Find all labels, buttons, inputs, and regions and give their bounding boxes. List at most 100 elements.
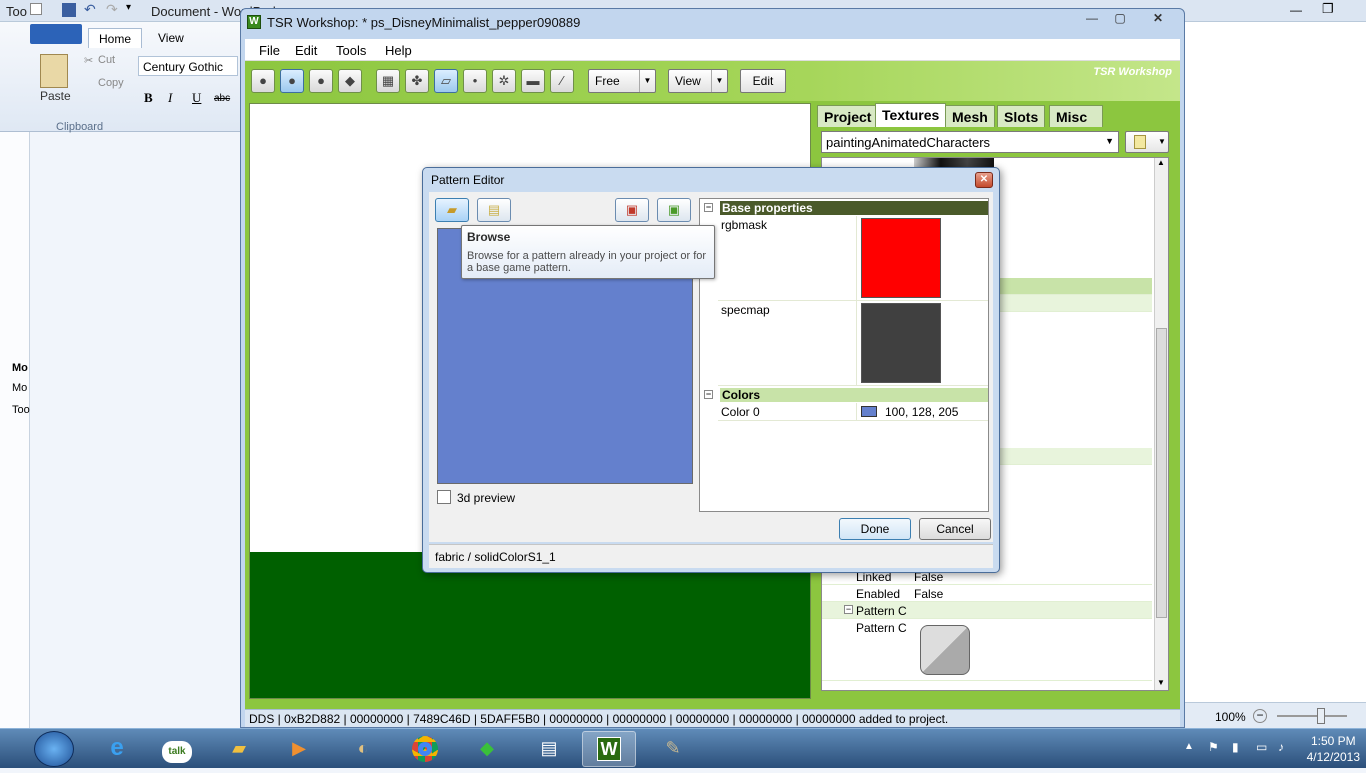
diamond-icon[interactable]: ◆ bbox=[338, 69, 362, 93]
tab-misc[interactable]: Misc bbox=[1049, 105, 1103, 127]
battery-icon[interactable]: ▭ bbox=[1256, 740, 1267, 754]
collapse-icon[interactable]: − bbox=[844, 605, 853, 614]
menu-help[interactable]: Help bbox=[385, 43, 412, 58]
minimize-icon[interactable]: — bbox=[1290, 3, 1302, 17]
material-select[interactable]: paintingAnimatedCharacters ▼ bbox=[821, 131, 1119, 153]
google-talk-icon[interactable]: talk bbox=[150, 731, 204, 767]
save-icon[interactable] bbox=[62, 3, 76, 17]
specmap-swatch[interactable] bbox=[861, 303, 941, 383]
sphere-shaded-icon[interactable]: ● bbox=[280, 69, 304, 93]
minimize-icon[interactable]: — bbox=[1079, 11, 1105, 29]
collapse-icon[interactable]: − bbox=[704, 203, 713, 212]
redo-icon[interactable]: ↷ bbox=[106, 1, 118, 18]
zoom-out-button[interactable]: − bbox=[1253, 709, 1267, 723]
color0-value[interactable]: 100, 128, 205 bbox=[885, 405, 958, 419]
row-specmap[interactable]: specmap bbox=[718, 301, 988, 386]
clock[interactable]: 1:50 PM 4/12/2013 bbox=[1307, 733, 1360, 765]
zoom-slider-thumb[interactable] bbox=[1317, 708, 1325, 724]
category-colors[interactable]: − Colors bbox=[700, 387, 988, 403]
tray-expand-icon[interactable]: ▲ bbox=[1184, 741, 1194, 752]
wordpad-taskbar-icon[interactable]: ▤ bbox=[522, 731, 576, 767]
internet-explorer-icon[interactable]: e bbox=[90, 731, 144, 767]
tooltip-title: Browse bbox=[467, 230, 511, 244]
close-icon[interactable]: ✕ bbox=[975, 172, 993, 188]
tab-mesh[interactable]: Mesh bbox=[945, 105, 995, 127]
tab-slots[interactable]: Slots bbox=[997, 105, 1046, 127]
rgbmask-swatch[interactable] bbox=[861, 218, 941, 298]
explorer-icon[interactable]: ▰ bbox=[212, 731, 266, 767]
underline-button[interactable]: U bbox=[192, 90, 201, 106]
view-dropdown[interactable]: View ▼ bbox=[668, 69, 728, 93]
tab-textures[interactable]: Textures bbox=[875, 103, 947, 127]
wordpad-document-area[interactable] bbox=[1185, 22, 1366, 728]
edit-button[interactable]: Edit bbox=[740, 69, 786, 93]
system-tray: ▲ ⚑ ▮ ▭ ♪ 1:50 PM 4/12/2013 bbox=[1180, 729, 1366, 769]
sphere-gloss-icon[interactable]: ● bbox=[309, 69, 333, 93]
grid-row-pattern[interactable]: Pattern C bbox=[822, 619, 1152, 681]
scrollbar-thumb[interactable] bbox=[1156, 328, 1167, 618]
paint-icon[interactable]: ◐ bbox=[336, 731, 390, 767]
cut-button[interactable]: Cut bbox=[98, 54, 115, 66]
category-base-properties[interactable]: − Base properties bbox=[700, 200, 988, 216]
maximize-icon[interactable]: ▢ bbox=[1107, 11, 1133, 29]
category-label: Base properties bbox=[720, 201, 988, 215]
flag-icon[interactable]: ⚑ bbox=[1208, 740, 1219, 754]
grid-row-pattern-category[interactable]: − Pattern C bbox=[822, 602, 1152, 619]
undo-icon[interactable]: ↶ bbox=[84, 1, 96, 18]
cancel-button[interactable]: Cancel bbox=[919, 518, 991, 540]
menu-file[interactable]: File bbox=[259, 43, 280, 58]
network-icon[interactable]: ▮ bbox=[1232, 740, 1239, 754]
skeleton-icon[interactable]: ✤ bbox=[405, 69, 429, 93]
bold-button[interactable]: B bbox=[144, 90, 153, 106]
brush-icon[interactable]: ∕ bbox=[550, 69, 574, 93]
tab-view[interactable]: View bbox=[148, 28, 194, 48]
copy-button[interactable]: Copy bbox=[98, 77, 124, 89]
browse-button[interactable]: ▰ bbox=[435, 198, 469, 222]
gimp-icon[interactable]: ✎ bbox=[646, 731, 700, 767]
camera-mode-dropdown[interactable]: Free ▼ bbox=[588, 69, 656, 93]
bones-icon[interactable]: ✲ bbox=[492, 69, 516, 93]
tsr-workshop-taskbar-icon[interactable]: W bbox=[582, 731, 636, 767]
chrome-icon[interactable] bbox=[398, 731, 452, 767]
tab-project[interactable]: Project bbox=[817, 105, 879, 127]
color0-swatch[interactable] bbox=[861, 406, 877, 417]
restore-icon[interactable]: ❐ bbox=[1322, 1, 1334, 17]
italic-button[interactable]: I bbox=[168, 90, 172, 106]
application-menu-button[interactable] bbox=[30, 24, 82, 44]
row-rgbmask[interactable]: rgbmask bbox=[718, 216, 988, 301]
zoom-slider-track[interactable] bbox=[1277, 715, 1347, 717]
sims-icon[interactable]: ◆ bbox=[460, 731, 514, 767]
3d-preview-checkbox[interactable] bbox=[437, 490, 451, 504]
clock-time: 1:50 PM bbox=[1310, 734, 1356, 748]
sphere-flat-icon[interactable]: ● bbox=[251, 69, 275, 93]
paste-icon[interactable] bbox=[40, 54, 68, 88]
grid-icon[interactable]: ▦ bbox=[376, 69, 400, 93]
volume-icon[interactable]: ♪ bbox=[1278, 740, 1284, 754]
strikethrough-button[interactable]: abc bbox=[214, 93, 230, 104]
quick-access-chevron-icon[interactable]: ▾ bbox=[126, 2, 131, 13]
media-player-icon[interactable]: ▶ bbox=[272, 731, 326, 767]
new-pattern-button[interactable]: ▤ bbox=[477, 198, 511, 222]
done-button[interactable]: Done bbox=[839, 518, 911, 540]
material-options-button[interactable]: ▼ bbox=[1125, 131, 1169, 153]
menu-edit[interactable]: Edit bbox=[295, 43, 317, 58]
paste-button[interactable]: Paste bbox=[40, 89, 71, 103]
close-icon[interactable]: ✕ bbox=[1145, 11, 1171, 29]
menu-tools[interactable]: Tools bbox=[336, 43, 366, 58]
collapse-icon[interactable]: − bbox=[704, 390, 713, 399]
shoe-icon[interactable]: ▬ bbox=[521, 69, 545, 93]
grid-row-enabled[interactable]: Enabled False bbox=[822, 585, 1152, 602]
tab-home[interactable]: Home bbox=[88, 28, 143, 48]
pattern-thumbnail[interactable] bbox=[920, 625, 970, 675]
font-family-select[interactable]: Century Gothic bbox=[138, 56, 238, 76]
floor-icon[interactable]: ▱ bbox=[434, 69, 458, 93]
row-color0[interactable]: Color 0 100, 128, 205 bbox=[718, 403, 988, 421]
scroll-down-icon[interactable]: ▼ bbox=[1157, 678, 1165, 687]
dot-icon[interactable]: • bbox=[463, 69, 487, 93]
export-pattern-button[interactable]: ▣ bbox=[615, 198, 649, 222]
tsr-titlebar: W TSR Workshop: * ps_DisneyMinimalist_pe… bbox=[241, 9, 1184, 37]
grid-scrollbar[interactable]: ▲ ▼ bbox=[1154, 158, 1168, 690]
import-pattern-button[interactable]: ▣ bbox=[657, 198, 691, 222]
start-button[interactable] bbox=[34, 731, 74, 767]
scroll-up-icon[interactable]: ▲ bbox=[1157, 158, 1165, 167]
